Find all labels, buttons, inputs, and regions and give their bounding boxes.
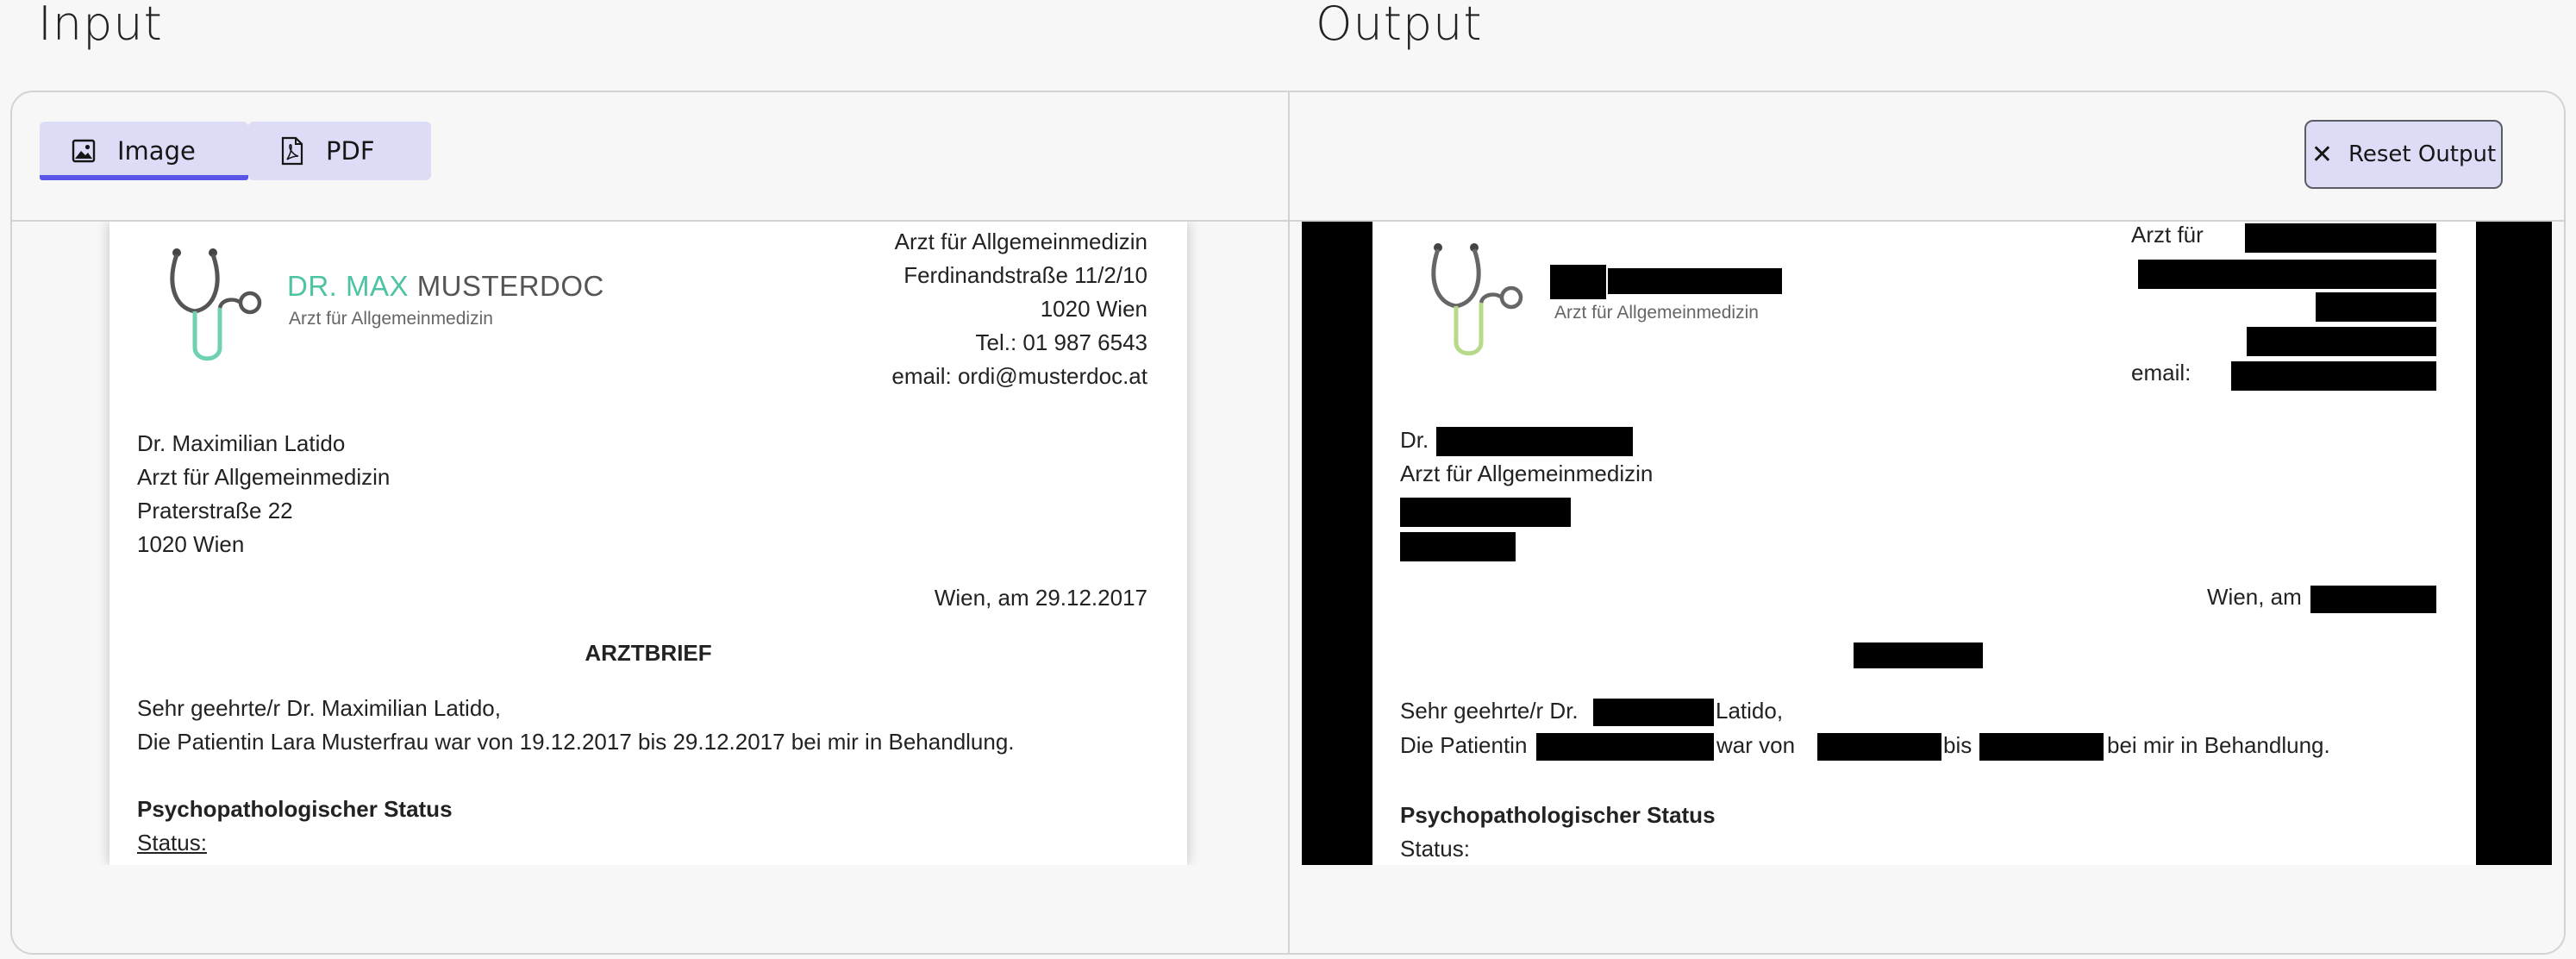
input-document: DR. MAX MUSTERDOC Arzt für Allgemeinmedi…: [109, 222, 1187, 865]
output-heading: Output: [1316, 0, 1483, 51]
redaction-block: [1854, 642, 1983, 668]
input-viewport[interactable]: DR. MAX MUSTERDOC Arzt für Allgemeinmedi…: [12, 222, 1288, 865]
section-heading: Psychopathologischer Status: [137, 796, 453, 822]
close-icon: ✕: [2310, 139, 2333, 170]
header-city: 1020 Wien: [1040, 296, 1147, 322]
recipient-specialty: Arzt für Allgemeinmedizin: [1400, 461, 1654, 486]
date-prefix: Wien, am: [2207, 584, 2302, 610]
redaction-block: [1979, 733, 2104, 761]
letter-greeting: Sehr geehrte/r Dr. Maximilian Latido,: [137, 695, 501, 721]
redaction-block: [1593, 699, 1714, 726]
redaction-block: [2247, 327, 2436, 356]
header-specialty-prefix: Arzt für: [2131, 222, 2204, 248]
patient-suffix: bei mir in Behandlung.: [2107, 732, 2330, 758]
redaction-bar-right: [2476, 222, 2552, 865]
input-heading: Input: [38, 0, 163, 51]
header-street: Ferdinandstraße 11/2/10: [903, 262, 1147, 288]
greeting-suffix: Latido,: [1716, 698, 1784, 724]
redaction-block: [2310, 586, 2436, 613]
section-heading: Psychopathologischer Status: [1400, 802, 1716, 828]
status-label: Status:: [1400, 836, 1470, 862]
redaction-block: [2316, 292, 2436, 322]
redaction-block: [1536, 733, 1714, 761]
patient-prefix: Die Patientin: [1400, 732, 1528, 758]
logo-title: DR. MAX MUSTERDOC: [287, 270, 604, 302]
logo-subtitle: Arzt für Allgemeinmedizin: [1554, 303, 1759, 323]
redaction-block: [2231, 361, 2436, 391]
tab-image[interactable]: Image: [40, 122, 248, 180]
war-von: war von: [1716, 732, 1796, 758]
pdf-icon: [278, 136, 307, 166]
recipient-street: Praterstraße 22: [137, 498, 293, 523]
tab-image-label: Image: [117, 136, 196, 166]
header-email: email: ordi@musterdoc.at: [891, 363, 1147, 389]
recipient-city: 1020 Wien: [137, 531, 245, 557]
redaction-block: [1817, 733, 1941, 761]
greeting-prefix: Sehr geehrte/r Dr.: [1400, 698, 1579, 724]
stethoscope-logo-icon: [170, 248, 262, 361]
recipient-name: Dr. Maximilian Latido: [137, 430, 346, 456]
header-phone: Tel.: 01 987 6543: [975, 329, 1148, 355]
letter-title: ARZTBRIEF: [585, 640, 712, 666]
output-viewport[interactable]: Arzt für Allgemeinmedizin Arzt für email…: [1290, 222, 2564, 865]
letter-body-line: Die Patientin Lara Musterfrau war von 19…: [137, 729, 1015, 755]
output-document: Arzt für Allgemeinmedizin Arzt für email…: [1302, 222, 2552, 865]
redaction-block: [1400, 532, 1516, 561]
redaction-block: [1436, 427, 1633, 456]
reset-output-label: Reset Output: [2348, 141, 2497, 167]
redaction-block: [1550, 265, 1606, 299]
redaction-block: [1608, 268, 1782, 294]
letter-date: Wien, am 29.12.2017: [934, 585, 1147, 611]
header-email-prefix: email:: [2131, 360, 2191, 385]
reset-output-button[interactable]: ✕ Reset Output: [2304, 120, 2503, 189]
tab-pdf[interactable]: PDF: [248, 122, 431, 180]
bis: bis: [1943, 732, 1973, 758]
logo-subtitle: Arzt für Allgemeinmedizin: [289, 309, 493, 329]
redaction-block: [2245, 223, 2436, 253]
recipient-prefix: Dr.: [1400, 427, 1429, 453]
image-icon: [69, 136, 98, 166]
stethoscope-logo-icon: [1431, 243, 1523, 356]
header-specialty: Arzt für Allgemeinmedizin: [894, 229, 1147, 254]
viewer-frame: Image PDF ✕ Reset Output DR. MAX MUSTERD…: [10, 91, 2566, 955]
redaction-block: [1400, 498, 1571, 527]
redaction-bar-left: [1302, 222, 1372, 865]
tab-pdf-label: PDF: [326, 136, 375, 166]
redaction-block: [2138, 260, 2436, 289]
recipient-specialty: Arzt für Allgemeinmedizin: [137, 464, 391, 490]
status-label: Status:: [137, 830, 207, 856]
